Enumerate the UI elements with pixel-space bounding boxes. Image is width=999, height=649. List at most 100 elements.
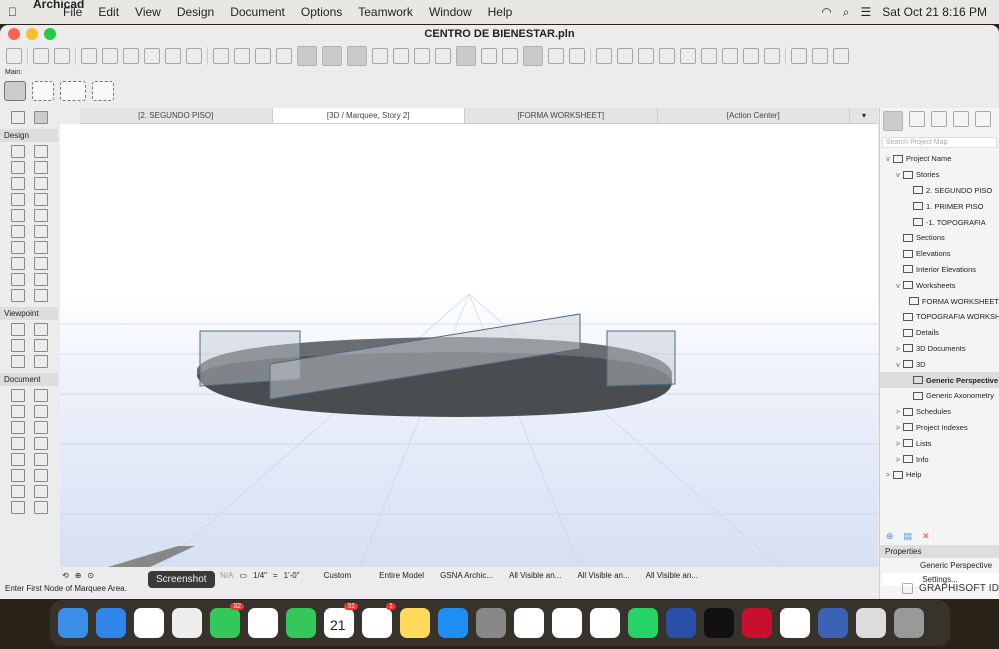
stair-icon[interactable] [10, 193, 25, 206]
scissors-icon[interactable] [596, 48, 612, 64]
curtain-wall-icon[interactable] [10, 209, 25, 222]
drawing-icon[interactable] [33, 501, 48, 514]
dock-calendar-icon[interactable]: 21 31 [324, 603, 358, 638]
scale[interactable]: 1/4" [253, 571, 267, 580]
more-design-icon[interactable] [10, 289, 25, 302]
detail-tool-icon[interactable] [10, 355, 25, 368]
render-icon[interactable] [569, 48, 585, 64]
fit-icon[interactable] [502, 48, 518, 64]
tab-action-center[interactable]: [Action Center] [658, 108, 850, 123]
tab-forma-worksheet[interactable]: [FORMA WORKSHEET] [465, 108, 658, 123]
section-design[interactable]: Design [0, 129, 58, 142]
project-map-item[interactable]: Interior Elevations [880, 262, 999, 278]
spline-icon[interactable] [10, 485, 25, 498]
arrow-up-icon[interactable] [213, 48, 229, 64]
3d-explore-icon[interactable] [456, 46, 476, 66]
new-view-icon[interactable]: ⊕ [886, 531, 894, 542]
slab-tool-icon[interactable] [33, 161, 48, 174]
display-option-2[interactable]: All Visible an... [577, 571, 629, 580]
mesh-icon[interactable] [10, 273, 25, 286]
project-map-item[interactable]: 2. SEGUNDO PISO [880, 183, 999, 199]
disclosure-icon[interactable]: > [893, 407, 903, 416]
publish-icon[interactable] [812, 48, 828, 64]
pan-icon[interactable] [6, 48, 22, 64]
section-document[interactable]: Document [0, 373, 58, 386]
skylight-icon[interactable] [33, 225, 48, 238]
marquee-rect-icon[interactable] [92, 81, 114, 101]
menu-view[interactable]: View [127, 5, 169, 19]
dock-autocad-icon[interactable] [742, 608, 772, 638]
view-map-icon[interactable] [909, 111, 925, 127]
tab-menu-icon[interactable]: ▾ [850, 108, 878, 123]
zone-icon[interactable] [33, 241, 48, 254]
menu-app[interactable]: Archicad [25, 0, 84, 27]
project-map-item[interactable]: > Lists [880, 435, 999, 451]
dock-outlook-icon[interactable] [590, 608, 620, 638]
pick-up-icon[interactable] [165, 48, 181, 64]
inject-icon[interactable] [186, 48, 202, 64]
project-map-item[interactable]: Sections [880, 230, 999, 246]
angle-dimension-icon[interactable] [33, 405, 48, 418]
grid-icon[interactable] [372, 48, 388, 64]
dock-messages-icon[interactable]: 32 [210, 603, 244, 638]
label-icon[interactable] [33, 421, 48, 434]
slab-icon[interactable] [414, 48, 430, 64]
line-icon[interactable] [33, 453, 48, 466]
gravity-icon[interactable] [347, 46, 367, 66]
publisher-icon[interactable] [953, 111, 969, 127]
hatch-icon[interactable] [276, 48, 292, 64]
dock-powerpoint-icon[interactable] [514, 608, 544, 638]
project-map-item[interactable]: > Help [880, 467, 999, 483]
morph-icon[interactable] [33, 273, 48, 286]
disclosure-icon[interactable]: v [893, 360, 903, 369]
project-map-item[interactable]: v Stories [880, 167, 999, 183]
column-icon[interactable] [33, 145, 48, 158]
project-map-item[interactable]: 1. PRIMER PISO [880, 198, 999, 214]
window-icon[interactable] [902, 582, 913, 594]
dock-archicad-edu-icon[interactable] [818, 608, 848, 638]
text-icon[interactable] [10, 421, 25, 434]
display-option-1[interactable]: All Visible an... [509, 571, 561, 580]
layers-icon[interactable] [144, 48, 160, 64]
disclosure-icon[interactable]: > [893, 423, 903, 432]
zoom-icon[interactable] [102, 48, 118, 64]
3d-style-icon[interactable] [548, 48, 564, 64]
rotate-icon[interactable]: ⟲ [62, 571, 69, 580]
menu-window[interactable]: Window [421, 5, 480, 19]
project-map-item[interactable]: > Project Indexes [880, 420, 999, 436]
project-map-item[interactable]: Details [880, 325, 999, 341]
offset-icon[interactable] [743, 48, 759, 64]
search-icon[interactable]: ⌕ [843, 5, 850, 20]
project-map-item[interactable]: >3D Documents [880, 341, 999, 357]
marquee-single-icon[interactable] [4, 81, 26, 101]
project-map-item[interactable]: TOPOGRAFIA WORKSHEET [880, 309, 999, 325]
display-option-3[interactable]: All Visible an... [646, 571, 698, 580]
project-map-icon[interactable] [883, 111, 903, 131]
grid-element-icon[interactable] [33, 437, 48, 450]
menu-edit[interactable]: Edit [90, 5, 127, 19]
redo-icon[interactable] [54, 48, 70, 64]
pen-set[interactable]: GSNA Archic... [440, 571, 493, 580]
dock-finder-icon[interactable] [58, 608, 88, 638]
window-icon[interactable] [10, 225, 25, 238]
zoom-in-icon[interactable]: ⊕ [75, 571, 82, 580]
menu-design[interactable]: Design [169, 5, 222, 19]
circle-icon[interactable] [10, 469, 25, 482]
panel-menu-icon[interactable] [975, 111, 991, 127]
dock-word-icon[interactable] [552, 608, 582, 638]
layer-combo[interactable]: Custom [324, 571, 352, 580]
flag-icon[interactable] [791, 48, 807, 64]
search-project-map[interactable]: Search Project Map [882, 137, 997, 148]
disclosure-icon[interactable]: > [893, 344, 903, 353]
lamp-icon[interactable] [33, 257, 48, 270]
roof-tool-icon[interactable] [10, 177, 25, 190]
hotspot-icon[interactable] [33, 485, 48, 498]
graphisoft-id[interactable]: GRAPHISOFT ID [919, 583, 999, 594]
tab-3d-marquee[interactable]: [3D / Marquee, Story 2] [272, 108, 465, 123]
project-map-item[interactable]: v Project Name [880, 151, 999, 167]
marquee-tool-icon[interactable] [33, 111, 48, 124]
menu-teamwork[interactable]: Teamwork [350, 5, 421, 19]
project-map-item[interactable]: Generic Perspective [880, 372, 999, 388]
snap-icon[interactable] [322, 46, 342, 66]
dock-reminders-icon[interactable]: 1 [362, 603, 396, 638]
